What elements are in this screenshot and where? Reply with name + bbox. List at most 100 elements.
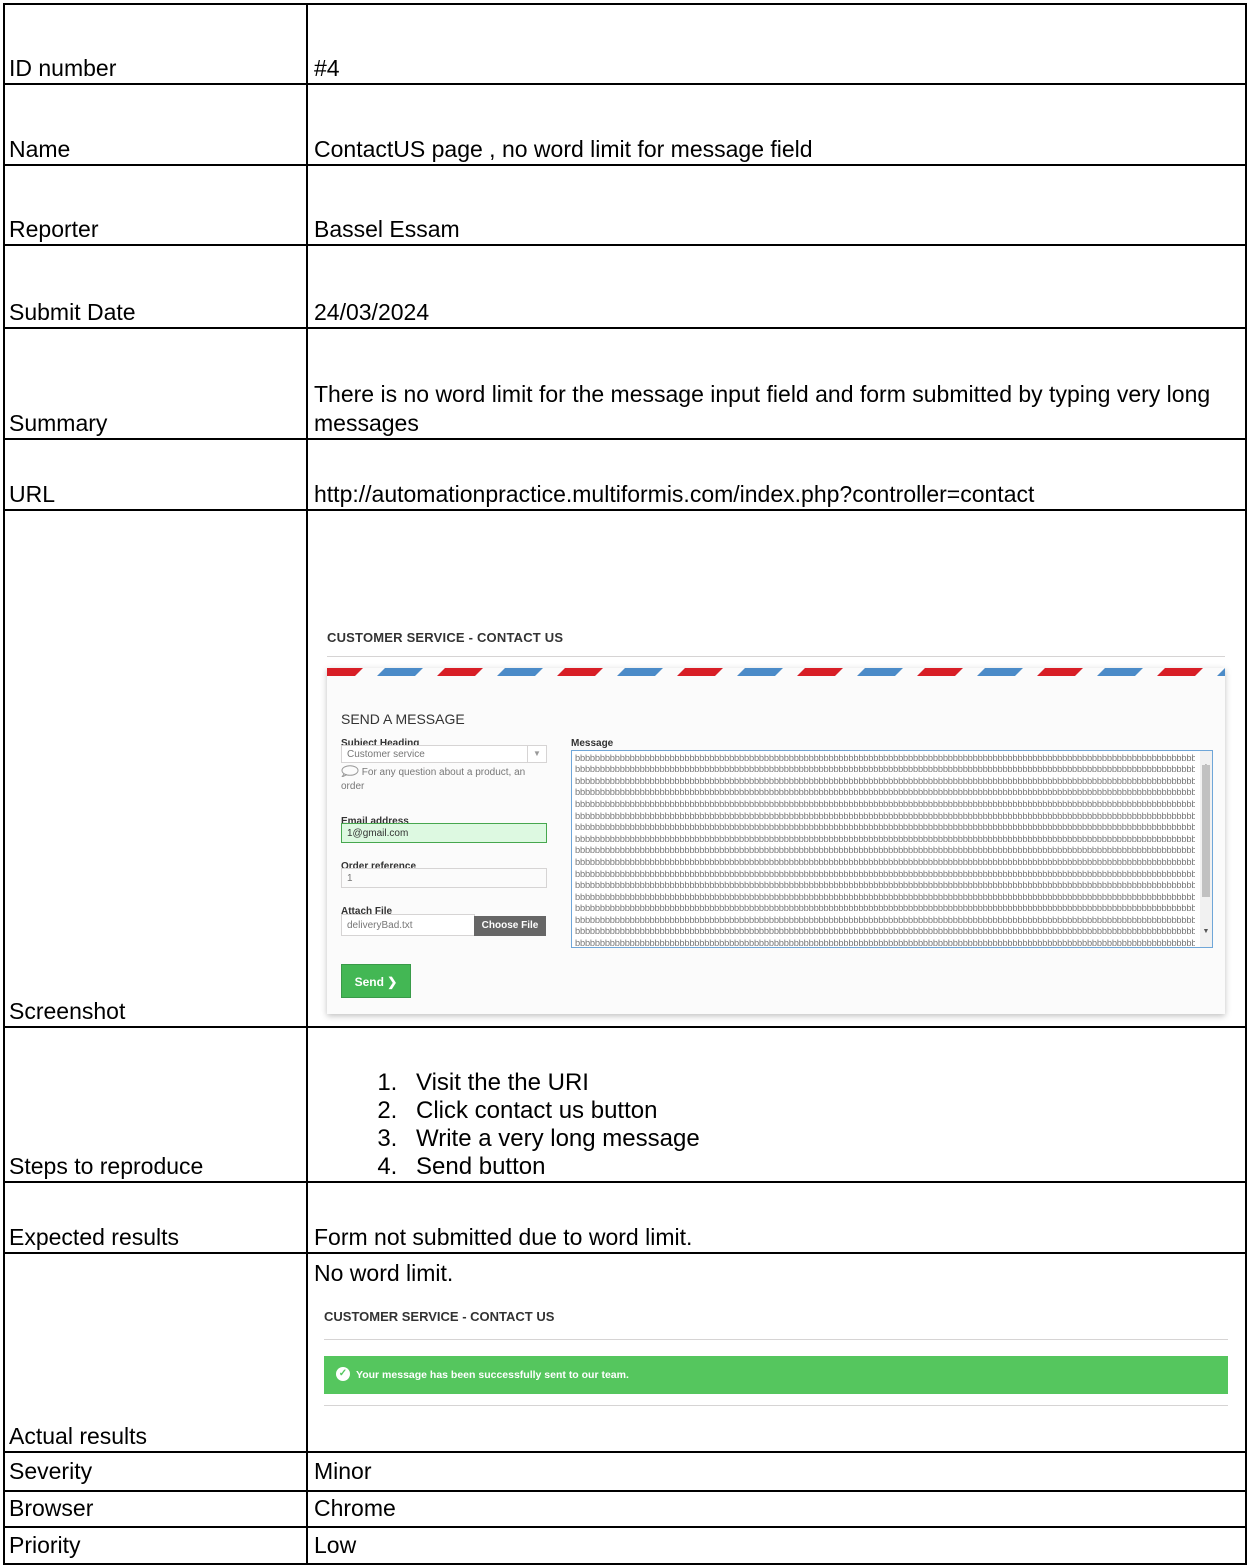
divider — [324, 1339, 1228, 1341]
row-actual: Actual results No word limit. CUSTOMER S… — [3, 1252, 1247, 1454]
send-button[interactable]: Send ❯ — [341, 963, 411, 998]
row-priority: Priority Low — [3, 1525, 1247, 1566]
order-reference-field[interactable]: 1 — [341, 867, 547, 888]
label-date: Submit Date — [3, 244, 308, 329]
airmail-stripe-segment — [327, 667, 363, 676]
value-expected: Form not submitted due to word limit. — [306, 1180, 1247, 1255]
actual-result-text: No word limit. — [314, 1260, 454, 1287]
message-text: bbbbbbbbbbbbbbbbbbbbbbbbbbbbbbbbbbbbbbbb… — [575, 752, 1195, 948]
message-line: bbbbbbbbbbbbbbbbbbbbbbbbbbbbbbbbbbbbbbbb… — [575, 926, 1195, 937]
label-screenshot: Screenshot — [3, 508, 308, 1029]
message-line: bbbbbbbbbbbbbbbbbbbbbbbbbbbbbbbbbbbbbbbb… — [575, 787, 1195, 798]
scrollbar[interactable]: ▲ ▼ — [1200, 750, 1212, 947]
value-actual: No word limit. CUSTOMER SERVICE - CONTAC… — [306, 1252, 1247, 1454]
message-line: bbbbbbbbbbbbbbbbbbbbbbbbbbbbbbbbbbbbbbbb… — [575, 752, 1195, 763]
subject-hint: For any question about a product, an ord… — [340, 764, 551, 794]
label-browser: Browser — [3, 1489, 308, 1528]
label-url: URL — [3, 438, 308, 511]
label-id: ID number — [3, 2, 308, 86]
airmail-stripe-segment — [377, 667, 423, 676]
row-name: Name ContactUS page , no word limit for … — [3, 83, 1247, 166]
airmail-stripe-segment — [797, 667, 843, 676]
airmail-stripe-segment — [497, 667, 543, 676]
success-message: Your message has been successfully sent … — [356, 1369, 629, 1382]
row-browser: Browser Chrome — [3, 1489, 1247, 1528]
message-line: bbbbbbbbbbbbbbbbbbbbbbbbbbbbbbbbbbbbbbbb… — [575, 891, 1195, 902]
divider — [324, 1405, 1228, 1407]
value-name: ContactUS page , no word limit for messa… — [306, 83, 1247, 166]
message-line: bbbbbbbbbbbbbbbbbbbbbbbbbbbbbbbbbbbbbbbb… — [575, 856, 1195, 867]
message-textarea[interactable]: bbbbbbbbbbbbbbbbbbbbbbbbbbbbbbbbbbbbbbbb… — [571, 749, 1213, 948]
airmail-stripe-segment — [437, 667, 483, 676]
row-url: URL http://automationpractice.multiformi… — [3, 438, 1247, 511]
send-message-card: SEND A MESSAGE Subject Heading Customer … — [327, 667, 1225, 1014]
value-reporter: Bassel Essam — [306, 163, 1247, 247]
label-name: Name — [3, 83, 308, 166]
message-line: bbbbbbbbbbbbbbbbbbbbbbbbbbbbbbbbbbbbbbbb… — [575, 938, 1195, 948]
file-name-field: deliveryBad.txt — [341, 913, 475, 936]
airmail-stripe-segment — [1037, 667, 1083, 676]
value-id: #4 — [306, 2, 1247, 86]
row-summary: Summary There is no word limit for the m… — [3, 326, 1247, 441]
message-line: bbbbbbbbbbbbbbbbbbbbbbbbbbbbbbbbbbbbbbbb… — [575, 810, 1195, 821]
message-line: bbbbbbbbbbbbbbbbbbbbbbbbbbbbbbbbbbbbbbbb… — [575, 833, 1195, 844]
message-line: bbbbbbbbbbbbbbbbbbbbbbbbbbbbbbbbbbbbbbbb… — [575, 845, 1195, 856]
steps-list: Visit the the URI Click contact us butto… — [314, 1069, 1245, 1181]
row-id: ID number #4 — [3, 2, 1247, 86]
page-title: CUSTOMER SERVICE - CONTACT US — [324, 1309, 555, 1325]
email-field[interactable]: 1@gmail.com — [341, 822, 547, 843]
label-expected: Expected results — [3, 1180, 308, 1255]
check-circle-icon: ✓ — [336, 1367, 350, 1382]
value-url: http://automationpractice.multiformis.co… — [306, 438, 1247, 511]
airmail-stripe-segment — [677, 667, 723, 676]
airmail-stripe-segment — [1157, 667, 1203, 676]
contact-form-screenshot: CUSTOMER SERVICE - CONTACT US SEND A MES… — [325, 630, 1225, 1030]
airmail-stripe-segment — [977, 667, 1023, 676]
step-item: Click contact us button — [404, 1097, 1245, 1125]
row-steps: Steps to reproduce Visit the the URI Cli… — [3, 1026, 1247, 1183]
message-line: bbbbbbbbbbbbbbbbbbbbbbbbbbbbbbbbbbbbbbbb… — [575, 880, 1195, 891]
subject-hint-text: For any question about a product, an ord… — [341, 766, 526, 792]
row-expected: Expected results Form not submitted due … — [3, 1180, 1247, 1255]
message-line: bbbbbbbbbbbbbbbbbbbbbbbbbbbbbbbbbbbbbbbb… — [575, 903, 1195, 914]
label-steps: Steps to reproduce — [3, 1026, 308, 1183]
airmail-stripe-segment — [1097, 667, 1143, 676]
value-browser: Chrome — [306, 1489, 1247, 1528]
label-severity: Severity — [3, 1451, 308, 1492]
divider — [327, 655, 1225, 657]
page-title: CUSTOMER SERVICE - CONTACT US — [327, 629, 564, 645]
value-steps: Visit the the URI Click contact us butto… — [306, 1026, 1247, 1183]
success-screenshot: CUSTOMER SERVICE - CONTACT US ✓ Your mes… — [322, 1309, 1228, 1469]
row-reporter: Reporter Bassel Essam — [3, 163, 1247, 247]
message-line: bbbbbbbbbbbbbbbbbbbbbbbbbbbbbbbbbbbbbbbb… — [575, 822, 1195, 833]
step-item: Visit the the URI — [404, 1069, 1245, 1097]
speech-bubble-icon — [340, 764, 359, 778]
message-line: bbbbbbbbbbbbbbbbbbbbbbbbbbbbbbbbbbbbbbbb… — [575, 764, 1195, 775]
chevron-down-icon: ▼ — [527, 745, 546, 762]
label-reporter: Reporter — [3, 163, 308, 247]
choose-file-button[interactable]: Choose File — [474, 915, 546, 936]
step-item: Send button — [404, 1153, 1245, 1181]
airmail-stripe-segment — [557, 667, 603, 676]
message-line: bbbbbbbbbbbbbbbbbbbbbbbbbbbbbbbbbbbbbbbb… — [575, 775, 1195, 786]
label-priority: Priority — [3, 1525, 308, 1566]
value-screenshot: CUSTOMER SERVICE - CONTACT US SEND A MES… — [306, 508, 1247, 1030]
row-date: Submit Date 24/03/2024 — [3, 244, 1247, 329]
subject-value: Customer service — [347, 748, 425, 760]
value-summary: There is no word limit for the message i… — [306, 326, 1247, 441]
row-screenshot: Screenshot CUSTOMER SERVICE - CONTACT US… — [3, 508, 1247, 1030]
bug-report-table: ID number #4 Name ContactUS page , no wo… — [3, 2, 1247, 1566]
airmail-stripe-segment — [917, 667, 963, 676]
step-item: Write a very long message — [404, 1125, 1245, 1153]
message-line: bbbbbbbbbbbbbbbbbbbbbbbbbbbbbbbbbbbbbbbb… — [575, 798, 1195, 809]
airmail-stripe-segment — [617, 667, 663, 676]
airmail-stripe-segment — [737, 667, 783, 676]
airmail-stripe-segment — [857, 667, 903, 676]
label-summary: Summary — [3, 326, 308, 441]
scrollbar-thumb[interactable] — [1202, 764, 1210, 897]
airmail-stripe-segment — [1217, 667, 1225, 676]
message-line: bbbbbbbbbbbbbbbbbbbbbbbbbbbbbbbbbbbbbbbb… — [575, 914, 1195, 925]
subject-select[interactable]: Customer service ▼ — [341, 744, 547, 763]
success-alert: ✓ Your message has been successfully sen… — [324, 1356, 1228, 1395]
label-actual: Actual results — [3, 1252, 308, 1454]
